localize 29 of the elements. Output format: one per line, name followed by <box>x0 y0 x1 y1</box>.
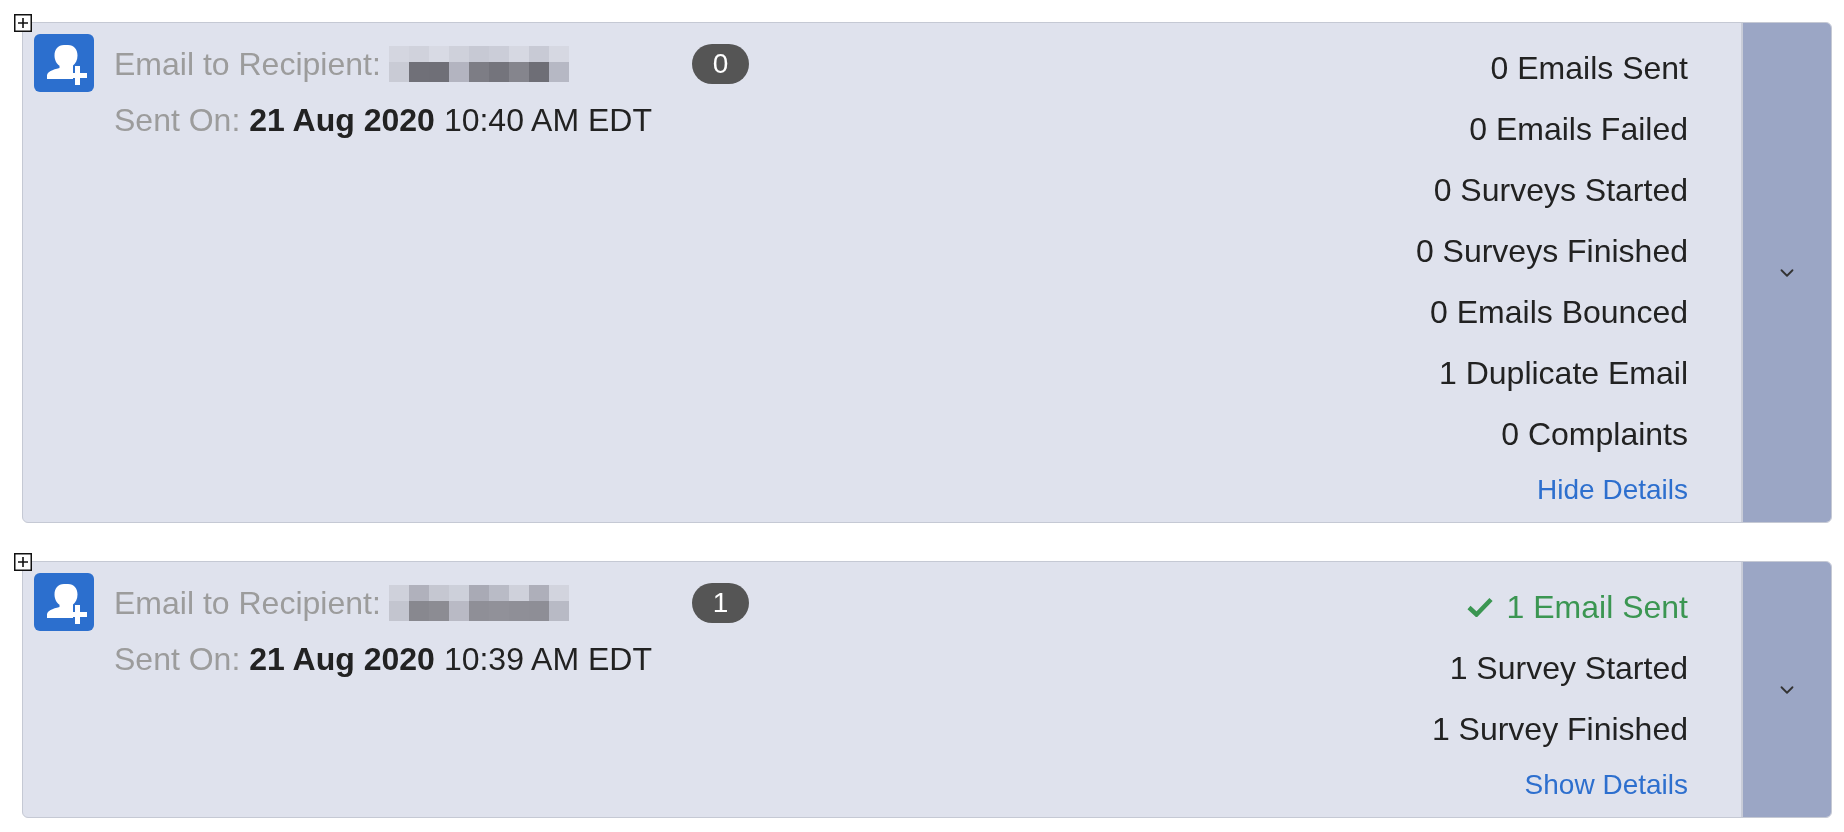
sent-on-label: Sent On: <box>114 643 241 675</box>
recipient-label: Email to Recipient: <box>114 587 381 619</box>
sent-date-text: 21 Aug 2020 <box>249 643 435 675</box>
count-badge: 1 <box>692 583 749 623</box>
stat-text: 0 Surveys Started <box>1433 173 1688 206</box>
stat-text: 1 Duplicate Email <box>1439 356 1688 389</box>
expand-toggle-button[interactable] <box>1741 562 1831 817</box>
sent-time-text: 10:40 AM EDT <box>443 104 652 136</box>
details-link[interactable]: Show Details <box>1524 771 1688 799</box>
stat-text: 0 Emails Failed <box>1469 112 1688 145</box>
count-badge: 0 <box>692 44 749 84</box>
expand-toggle-button[interactable] <box>1741 23 1831 522</box>
plus-box-icon[interactable] <box>14 14 32 32</box>
stat-text: 1 Survey Started <box>1449 651 1688 684</box>
sent-date-text: 21 Aug 2020 <box>249 104 435 136</box>
stat-text: 0 Emails Bounced <box>1430 295 1688 328</box>
sent-on-label: Sent On: <box>114 104 241 136</box>
stat-text: 1 Survey Finished <box>1431 712 1688 745</box>
add-user-icon <box>34 573 94 631</box>
sent-time-text: 10:39 AM EDT <box>443 643 652 675</box>
details-link[interactable]: Hide Details <box>1537 476 1688 504</box>
stat-text: 0 Emails Sent <box>1490 51 1688 84</box>
stat-text: 1 Email Sent <box>1506 590 1688 623</box>
stat-text: 0 Surveys Finished <box>1415 234 1688 267</box>
stat-text: 0 Complaints <box>1501 417 1688 450</box>
add-user-icon <box>34 34 94 92</box>
checkmark-icon <box>1466 596 1493 617</box>
recipient-label: Email to Recipient: <box>114 48 381 80</box>
plus-box-icon[interactable] <box>14 553 32 571</box>
